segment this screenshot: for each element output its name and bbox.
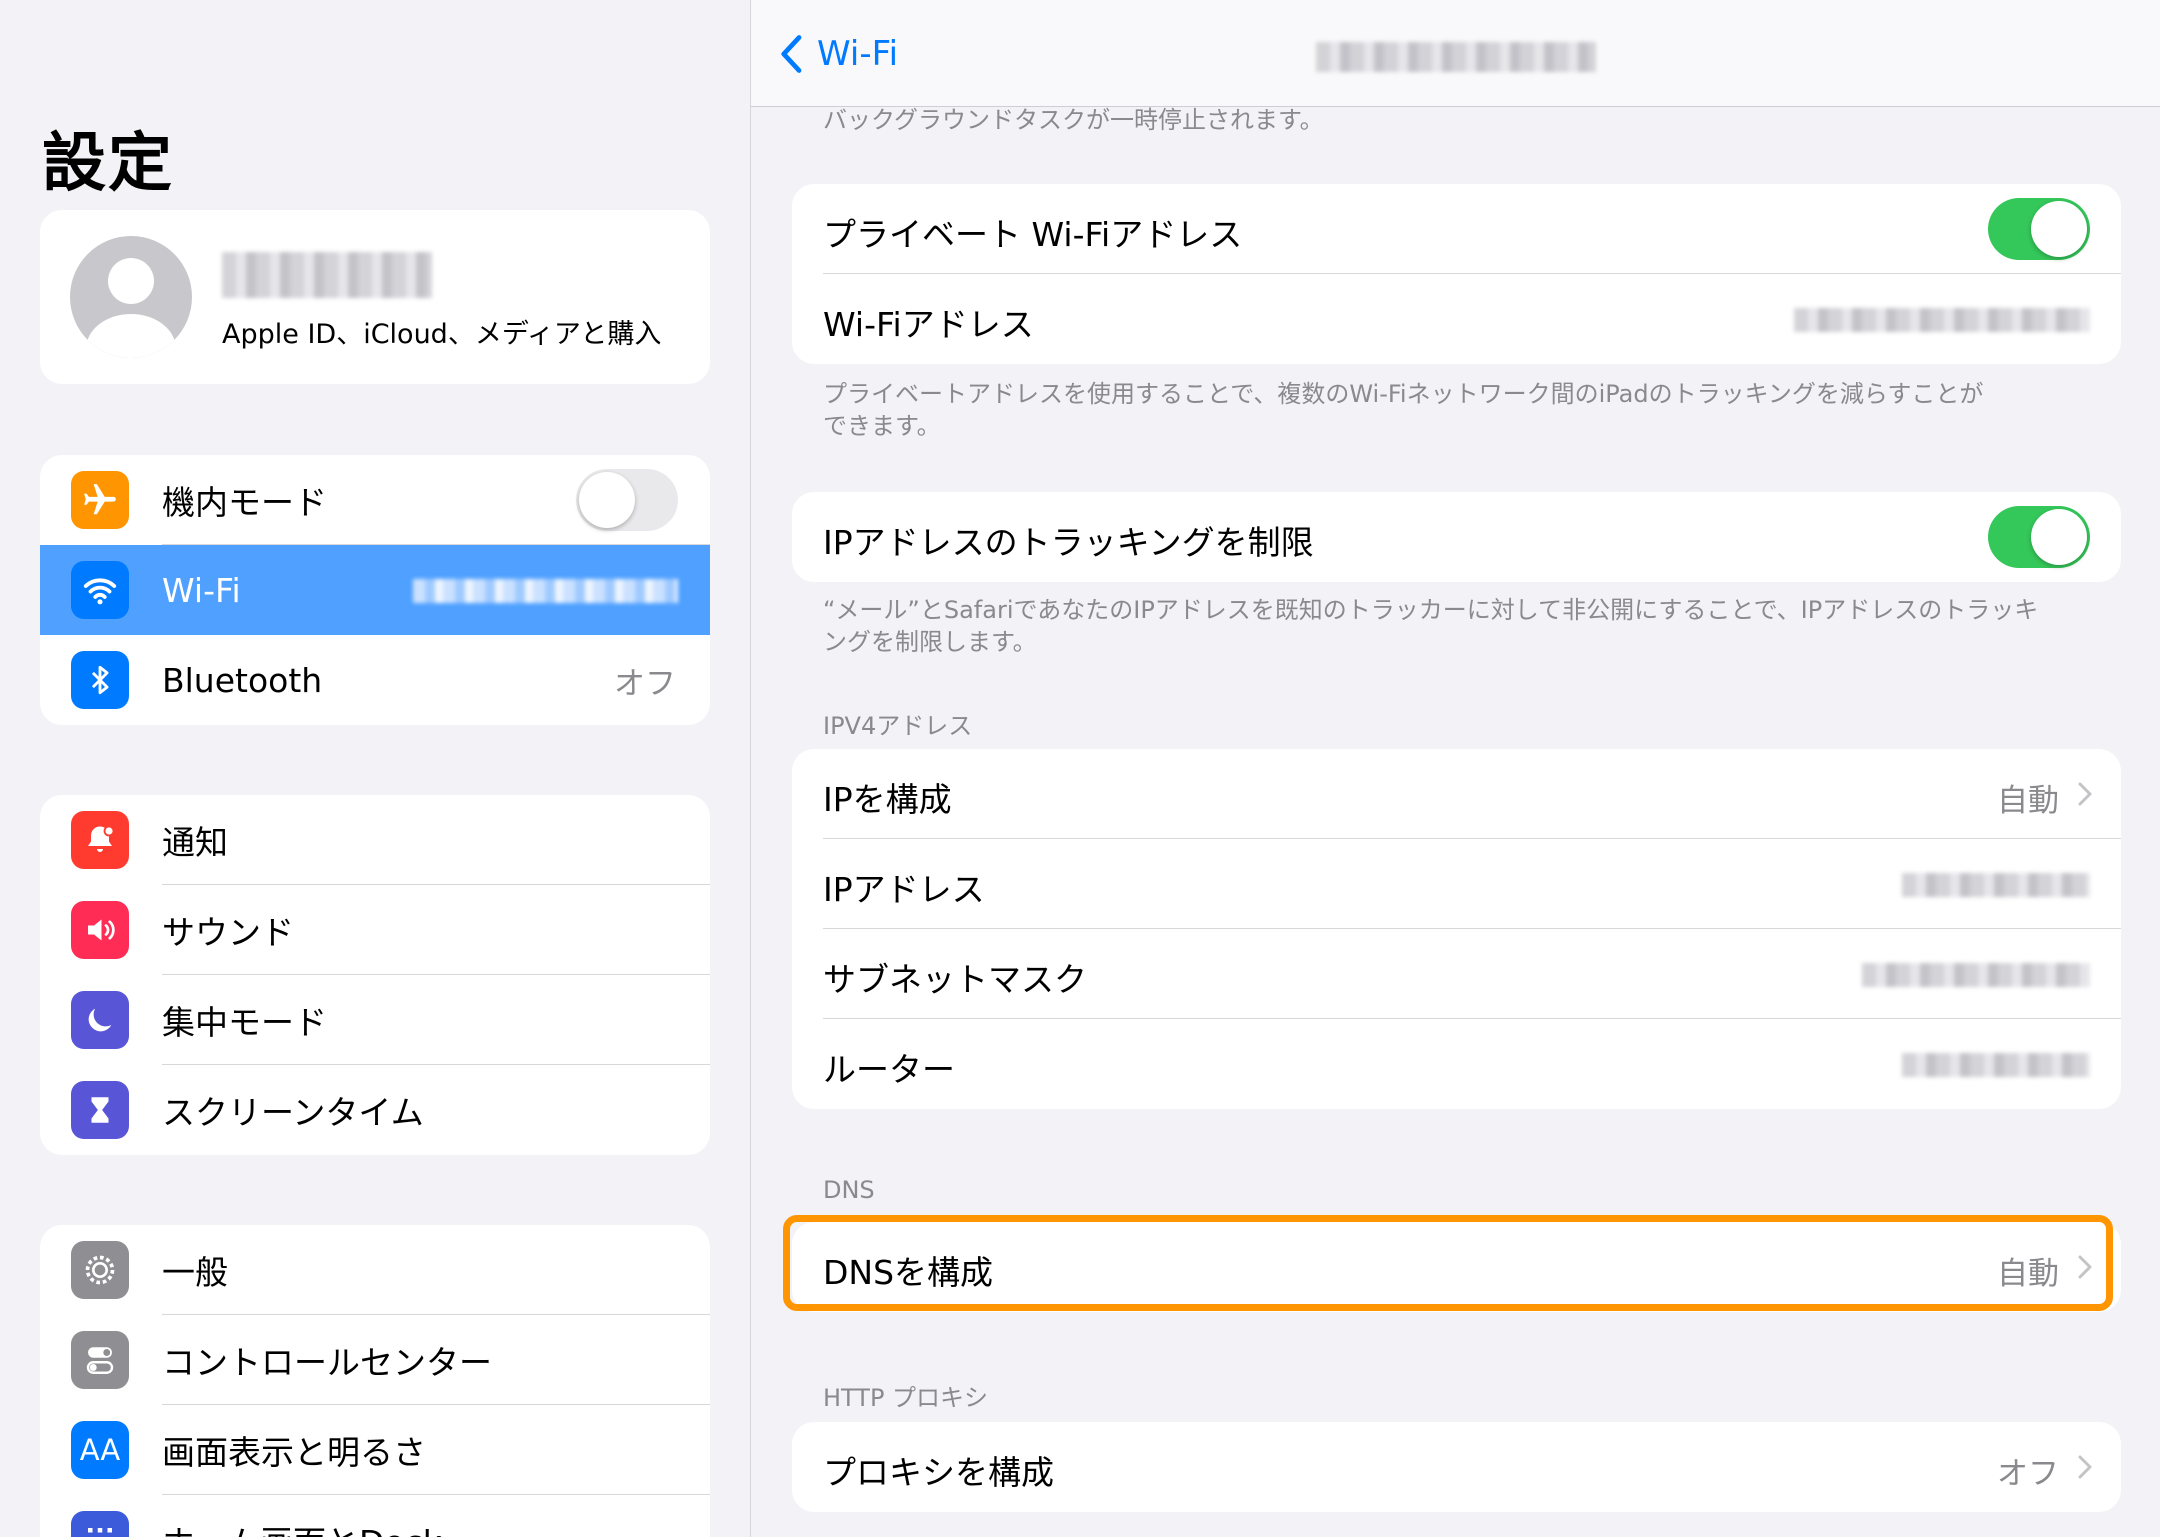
- sidebar-item-label: コントロールセンター: [162, 1343, 492, 1382]
- sidebar-item-general[interactable]: 一般: [40, 1225, 710, 1315]
- bluetooth-status: オフ: [614, 665, 676, 702]
- sidebar-item-label: 通知: [162, 823, 228, 862]
- limit-ip-tracking-toggle[interactable]: [1988, 506, 2090, 568]
- text-size-icon: AA: [71, 1421, 129, 1479]
- sidebar-item-label: 一般: [162, 1253, 228, 1292]
- sidebar-item-label: 集中モード: [162, 1003, 327, 1042]
- sidebar-item-sounds[interactable]: サウンド: [40, 885, 710, 975]
- bell-icon: [71, 811, 129, 869]
- private-footnote: プライベートアドレスを使用することで、複数のWi-Fiネットワーク間のiPadの…: [823, 380, 1984, 440]
- sidebar-item-label: スクリーンタイム: [162, 1093, 424, 1132]
- sidebar-item-wifi[interactable]: Wi-Fi: [40, 545, 710, 635]
- sidebar-item-label: 機内モード: [162, 483, 327, 522]
- router-value-redacted: [1902, 1053, 2090, 1077]
- configure-ip-label: IPを構成: [823, 780, 952, 819]
- hourglass-icon: [71, 1081, 129, 1139]
- moon-icon: [71, 991, 129, 1049]
- speaker-icon: [71, 901, 129, 959]
- wifi-address-label: Wi-Fiアドレス: [823, 305, 1034, 344]
- back-chevron-icon[interactable]: [775, 34, 809, 74]
- settings-sidebar: 設定 Apple ID、iCloud、メディアと購入 機内モード Wi-Fi B…: [0, 0, 751, 1537]
- airplane-icon: [71, 471, 129, 529]
- tracking-card: IPアドレスのトラッキングを制限: [792, 492, 2121, 582]
- sidebar-item-label: ホーム画面とDock: [162, 1516, 442, 1537]
- http-proxy-section-header: HTTP プロキシ: [823, 1384, 989, 1412]
- router-row: ルーター: [792, 1019, 2121, 1109]
- private-address-card: プライベート Wi-Fiアドレス Wi-Fiアドレス: [792, 184, 2121, 364]
- private-wifi-address-row: プライベート Wi-Fiアドレス: [792, 184, 2121, 274]
- sidebar-item-display-brightness[interactable]: AA 画面表示と明るさ: [40, 1405, 710, 1495]
- notifications-group: 通知 サウンド 集中モード スクリーンタイム: [40, 795, 710, 1155]
- chevron-right-icon: [2078, 782, 2092, 806]
- dns-highlight-box: [783, 1215, 2113, 1311]
- apple-id-card[interactable]: Apple ID、iCloud、メディアと購入: [40, 210, 710, 384]
- profile-subtitle: Apple ID、iCloud、メディアと購入: [222, 319, 662, 350]
- network-title-redacted: [1316, 42, 1596, 72]
- sidebar-item-label: 画面表示と明るさ: [162, 1433, 426, 1472]
- ip-address-row: IPアドレス: [792, 839, 2121, 929]
- dns-section-header: DNS: [823, 1176, 875, 1204]
- navigation-bar: Wi-Fi: [751, 0, 2160, 107]
- sidebar-item-bluetooth[interactable]: Bluetooth オフ: [40, 635, 710, 725]
- sidebar-item-label: Wi-Fi: [162, 570, 241, 610]
- bluetooth-icon: [71, 651, 129, 709]
- wifi-address-value-redacted: [1794, 308, 2090, 332]
- sidebar-item-notifications[interactable]: 通知: [40, 795, 710, 885]
- router-label: ルーター: [823, 1050, 955, 1089]
- wifi-icon: [71, 561, 129, 619]
- airplane-mode-toggle[interactable]: [576, 469, 678, 531]
- back-button[interactable]: Wi-Fi: [817, 34, 898, 74]
- avatar: [70, 236, 192, 358]
- subnet-mask-label: サブネットマスク: [823, 960, 1087, 999]
- sidebar-item-label: Bluetooth: [162, 660, 323, 700]
- configure-proxy-row[interactable]: プロキシを構成 オフ: [792, 1422, 2121, 1512]
- sidebar-item-airplane-mode[interactable]: 機内モード: [40, 455, 710, 545]
- chevron-right-icon: [2078, 1455, 2092, 1479]
- sidebar-item-control-center[interactable]: コントロールセンター: [40, 1315, 710, 1405]
- grid-icon: [71, 1511, 129, 1537]
- proxy-card: プロキシを構成 オフ: [792, 1422, 2121, 1512]
- subnet-mask-value-redacted: [1862, 963, 2090, 987]
- configure-proxy-label: プロキシを構成: [823, 1453, 1054, 1492]
- ipv4-section-header: IPV4アドレス: [823, 712, 973, 740]
- ipv4-card: IPを構成 自動 IPアドレス サブネットマスク ルーター: [792, 749, 2121, 1109]
- general-group: 一般 コントロールセンター AA 画面表示と明るさ ホーム画面とDock: [40, 1225, 710, 1537]
- gear-icon: [71, 1241, 129, 1299]
- ip-address-value-redacted: [1902, 873, 2090, 897]
- profile-name-redacted: [222, 252, 432, 298]
- sidebar-item-home-screen[interactable]: ホーム画面とDock: [40, 1495, 710, 1537]
- private-wifi-address-toggle[interactable]: [1988, 198, 2090, 260]
- ip-address-label: IPアドレス: [823, 870, 985, 909]
- wifi-address-row: Wi-Fiアドレス: [792, 274, 2121, 364]
- limit-ip-tracking-label: IPアドレスのトラッキングを制限: [823, 523, 1314, 562]
- subnet-mask-row: サブネットマスク: [792, 929, 2121, 1019]
- connectivity-group: 機内モード Wi-Fi Bluetooth オフ: [40, 455, 710, 725]
- network-name-redacted: [413, 579, 678, 603]
- configure-ip-row[interactable]: IPを構成 自動: [792, 749, 2121, 839]
- private-wifi-address-label: プライベート Wi-Fiアドレス: [823, 215, 1243, 254]
- configure-proxy-value: オフ: [1997, 1456, 2059, 1492]
- sidebar-item-screen-time[interactable]: スクリーンタイム: [40, 1065, 710, 1155]
- limit-ip-tracking-row: IPアドレスのトラッキングを制限: [792, 492, 2121, 582]
- configure-ip-value: 自動: [1997, 783, 2059, 819]
- sidebar-item-label: サウンド: [162, 913, 294, 952]
- switches-icon: [71, 1331, 129, 1389]
- top-footnote: バックグラウンドタスクが一時停止されます。: [823, 106, 1324, 134]
- sidebar-title: 設定: [42, 127, 174, 201]
- tracking-footnote: “メール”とSafariであなたのIPアドレスを既知のトラッカーに対して非公開に…: [823, 596, 2039, 656]
- sidebar-item-focus[interactable]: 集中モード: [40, 975, 710, 1065]
